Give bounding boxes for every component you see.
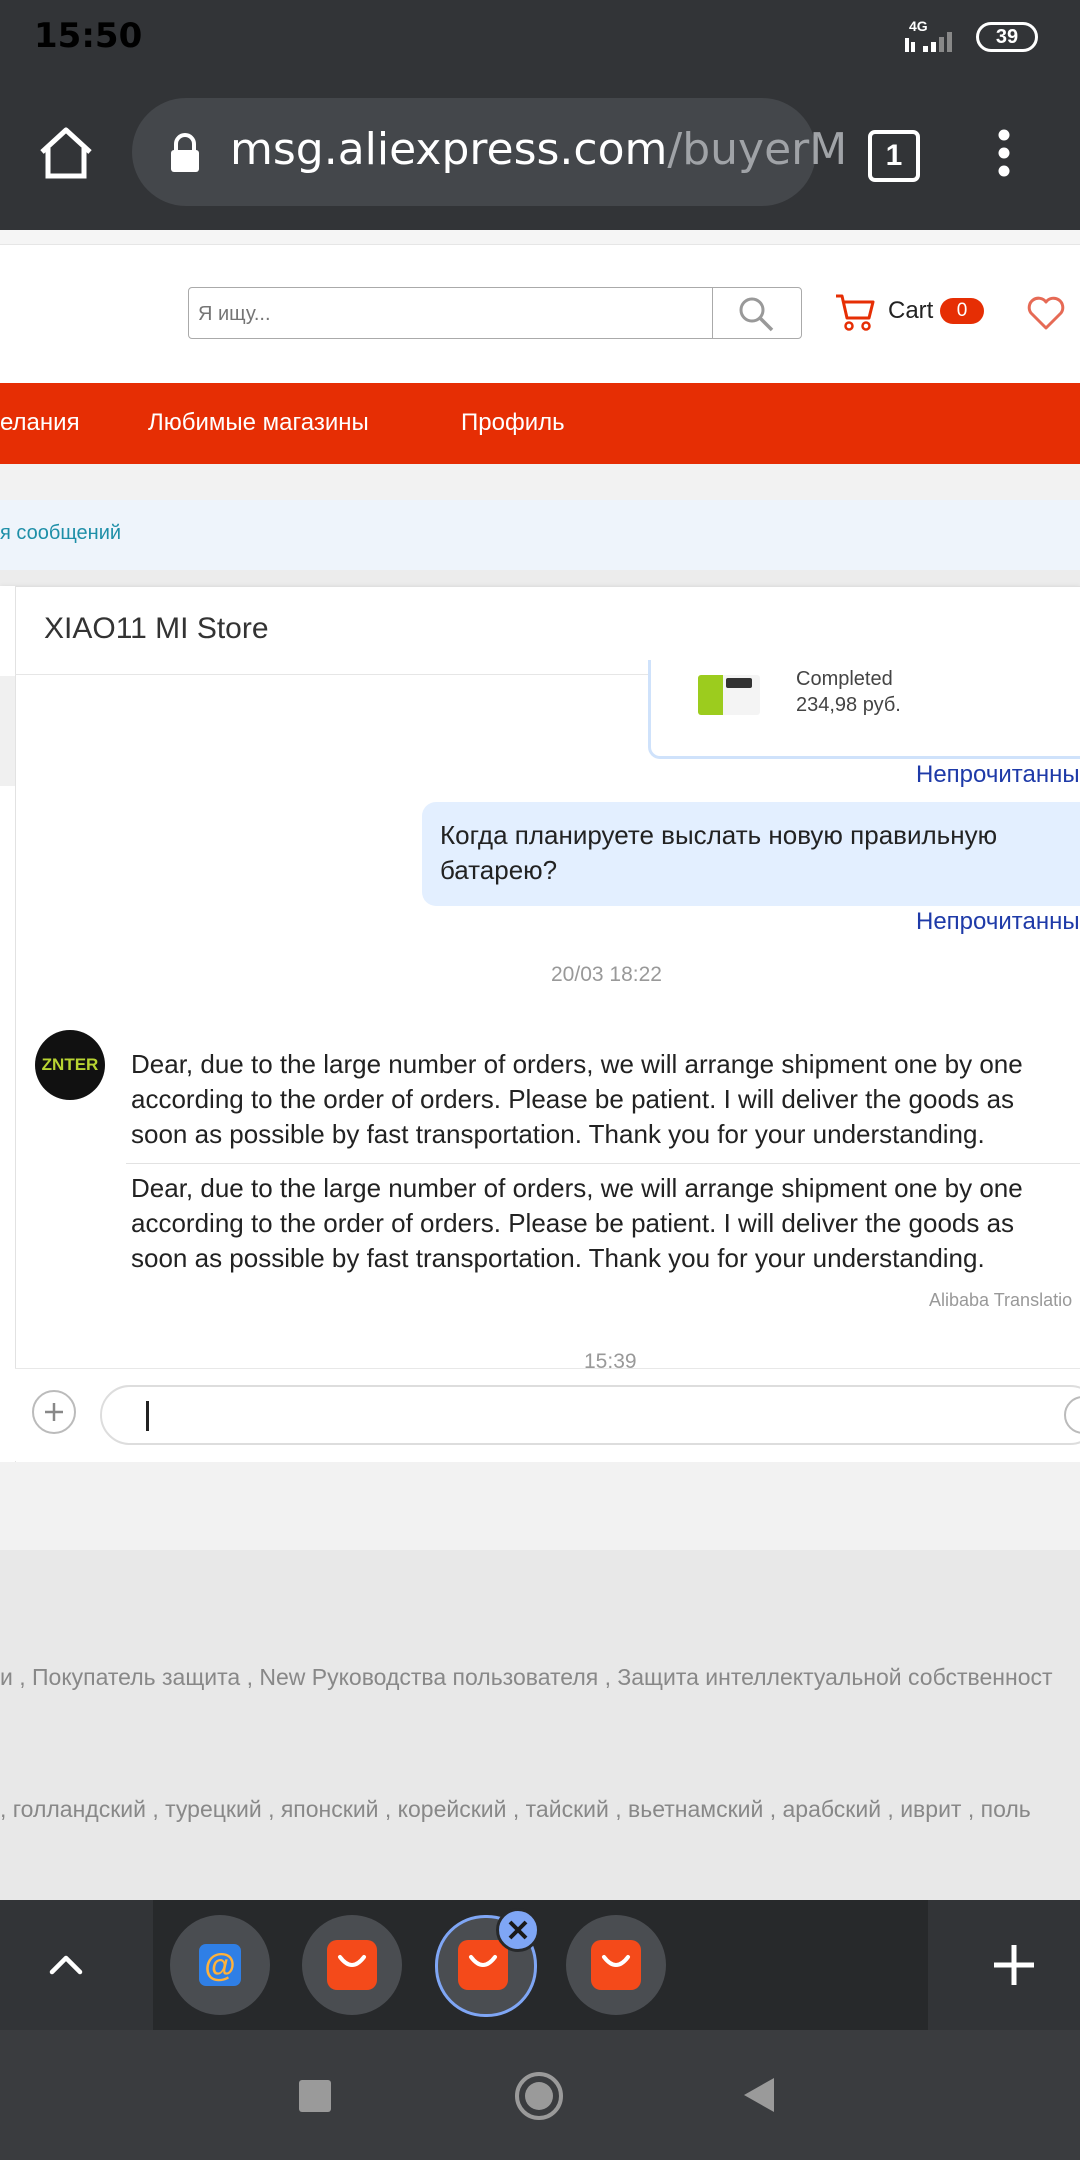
footer-languages[interactable]: , голландский , турецкий , японский , ко… bbox=[0, 1796, 1031, 1823]
cart-count-badge: 0 bbox=[940, 298, 984, 324]
status-time: 15:50 bbox=[34, 16, 143, 56]
nav-gap bbox=[0, 464, 1080, 500]
tab-switcher-button[interactable]: 1 bbox=[868, 130, 920, 182]
aliexpress-smile-icon bbox=[469, 1955, 497, 1967]
signal-icon bbox=[905, 32, 952, 52]
order-thumbnail-mark bbox=[726, 678, 752, 688]
store-name: XIAO11 MI Store bbox=[44, 612, 269, 645]
message-timestamp: 20/03 18:22 bbox=[551, 963, 662, 986]
back-triangle-icon[interactable] bbox=[742, 2076, 776, 2114]
message-input[interactable] bbox=[140, 1394, 1044, 1438]
cart-icon[interactable] bbox=[834, 292, 876, 332]
battery-icon: 39 bbox=[976, 22, 1038, 52]
section-gap bbox=[0, 570, 1080, 586]
unread-status-1: Непрочитанны bbox=[916, 761, 1080, 788]
chat-left-strip bbox=[0, 676, 15, 786]
order-price: 234,98 руб. bbox=[796, 694, 901, 716]
url-path: /buyerM bbox=[667, 124, 848, 175]
seller-avatar: ZNTER bbox=[35, 1030, 105, 1100]
tab-count: 1 bbox=[885, 139, 903, 172]
aliexpress-smile-icon bbox=[602, 1955, 630, 1967]
cart-label[interactable]: Cart bbox=[888, 297, 933, 325]
page-footer bbox=[0, 1550, 1080, 1900]
footer-links[interactable]: и , Покупатель защита , New Руководства … bbox=[0, 1664, 1053, 1691]
url-text[interactable]: msg.aliexpress.com/buyerM bbox=[230, 124, 847, 175]
nav-profile[interactable]: Профиль bbox=[461, 409, 565, 437]
mail-at-icon: @ bbox=[199, 1944, 241, 1986]
home-icon[interactable] bbox=[38, 126, 94, 180]
translation-divider bbox=[126, 1163, 1080, 1164]
messages-breadcrumb-bar bbox=[0, 500, 1080, 570]
chevron-up-icon[interactable] bbox=[48, 1950, 84, 1978]
unread-status-2: Непрочитанны bbox=[916, 908, 1080, 935]
close-icon bbox=[508, 1920, 528, 1940]
text-cursor bbox=[146, 1401, 149, 1431]
recents-square-icon[interactable] bbox=[299, 2080, 331, 2112]
seller-translation-text: Dear, due to the large number of orders,… bbox=[131, 1173, 1023, 1273]
new-tab-plus-icon[interactable] bbox=[992, 1943, 1036, 1987]
nav-wishlist[interactable]: елания bbox=[0, 409, 80, 437]
seller-message-text: Dear, due to the large number of orders,… bbox=[131, 1049, 1023, 1149]
buyer-message-text: Когда планируете выслать новую правильну… bbox=[440, 820, 998, 885]
more-menu-icon[interactable] bbox=[992, 128, 1016, 178]
home-circle-dot bbox=[525, 2082, 553, 2110]
wishlist-heart-icon[interactable] bbox=[1026, 296, 1066, 332]
aliexpress-smile-icon bbox=[338, 1955, 366, 1967]
battery-level: 39 bbox=[995, 26, 1019, 48]
order-status: Completed bbox=[796, 668, 893, 690]
page-top-divider bbox=[0, 230, 1080, 245]
plus-icon bbox=[45, 1403, 63, 1421]
nav-favorite-stores[interactable]: Любимые магазины bbox=[148, 409, 369, 437]
search-icon bbox=[739, 297, 774, 332]
seller-avatar-text: ZNTER bbox=[41, 1055, 99, 1074]
lock-icon bbox=[171, 133, 199, 172]
url-domain: msg.aliexpress.com bbox=[230, 124, 668, 175]
search-input[interactable] bbox=[196, 293, 700, 335]
messages-breadcrumb-link[interactable]: я сообщений bbox=[0, 522, 121, 545]
translation-credit: Alibaba Translatio bbox=[929, 1290, 1073, 1310]
